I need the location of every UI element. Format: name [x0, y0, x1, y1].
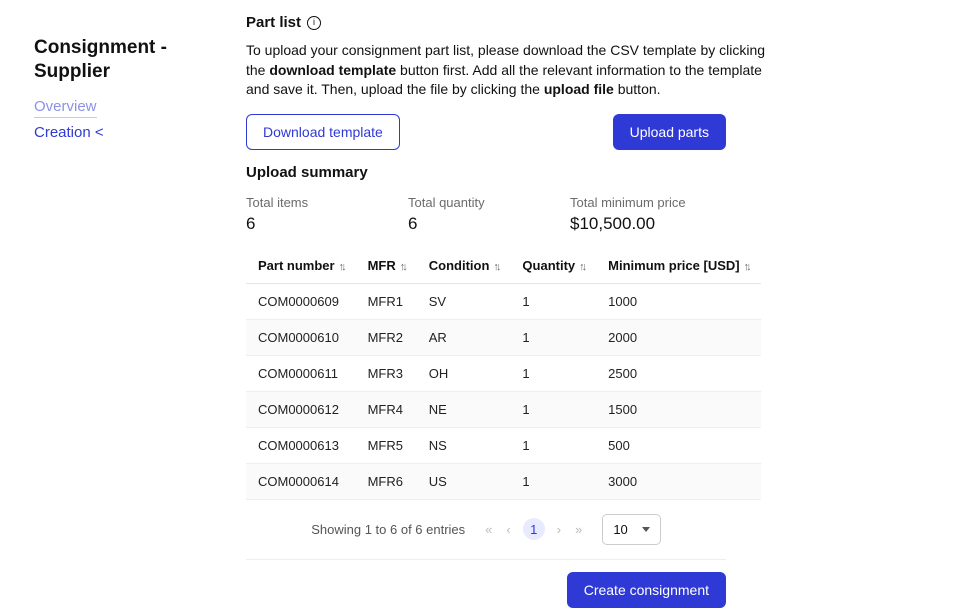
cell-part: COM0000614 [246, 463, 356, 499]
cell-qty: 1 [510, 355, 596, 391]
sidebar-nav: Overview Creation < [34, 98, 246, 142]
pager-last-icon[interactable]: » [573, 522, 584, 537]
col-part[interactable]: Part number ↑↓ [246, 248, 356, 284]
cell-part: COM0000613 [246, 427, 356, 463]
table-row: COM0000609MFR1SV11000 [246, 283, 761, 319]
sort-icon: ↑↓ [493, 261, 498, 273]
cell-cond: US [417, 463, 511, 499]
cell-part: COM0000609 [246, 283, 356, 319]
summary-stats: Total items 6 Total quantity 6 Total min… [246, 195, 934, 234]
parts-table: Part number↑↓ MFR↑↓ Condition↑↓ Quantity… [246, 248, 761, 500]
stat-total-items: Total items 6 [246, 195, 408, 234]
sidebar-title: Consignment - Supplier [34, 36, 246, 84]
cell-qty: 1 [510, 283, 596, 319]
pager-next-icon[interactable]: › [555, 522, 563, 537]
cell-cond: NE [417, 391, 511, 427]
sort-icon: ↑↓ [744, 261, 749, 273]
pager-summary: Showing 1 to 6 of 6 entries [311, 522, 465, 537]
desc-bold: download template [269, 62, 396, 78]
desc-bold: upload file [544, 81, 614, 97]
cell-qty: 1 [510, 319, 596, 355]
upload-parts-button[interactable]: Upload parts [613, 114, 726, 150]
download-template-button[interactable]: Download template [246, 114, 400, 150]
cell-cond: SV [417, 283, 511, 319]
cell-price: 3000 [596, 463, 760, 499]
cell-price: 2500 [596, 355, 760, 391]
col-minprice[interactable]: Minimum price [USD] ↑↓ [596, 248, 760, 284]
col-label: MFR [368, 258, 396, 273]
cell-part: COM0000610 [246, 319, 356, 355]
pagination: Showing 1 to 6 of 6 entries « ‹ 1 › » 10 [246, 500, 726, 560]
stat-label: Total quantity [408, 195, 570, 210]
col-mfr[interactable]: MFR ↑↓ [356, 248, 417, 284]
cell-mfr: MFR1 [356, 283, 417, 319]
stat-total-min: Total minimum price $10,500.00 [570, 195, 732, 234]
cell-qty: 1 [510, 427, 596, 463]
table-row: COM0000610MFR2AR12000 [246, 319, 761, 355]
sidebar: Consignment - Supplier Overview Creation… [0, 0, 246, 608]
cell-mfr: MFR4 [356, 391, 417, 427]
page-size-value: 10 [613, 522, 627, 537]
create-consignment-button[interactable]: Create consignment [567, 572, 726, 608]
table-row: COM0000612MFR4NE11500 [246, 391, 761, 427]
cell-price: 1000 [596, 283, 760, 319]
cell-cond: NS [417, 427, 511, 463]
main: Part list i To upload your consignment p… [246, 0, 964, 608]
col-label: Part number [258, 258, 335, 273]
col-quantity[interactable]: Quantity ↑↓ [510, 248, 596, 284]
cell-price: 2000 [596, 319, 760, 355]
cell-mfr: MFR3 [356, 355, 417, 391]
cell-price: 500 [596, 427, 760, 463]
table-row: COM0000613MFR5NS1500 [246, 427, 761, 463]
stat-value: 6 [408, 214, 570, 234]
table-row: COM0000614MFR6US13000 [246, 463, 761, 499]
cell-mfr: MFR2 [356, 319, 417, 355]
col-label: Condition [429, 258, 490, 273]
col-label: Quantity [522, 258, 575, 273]
chevron-down-icon [642, 527, 650, 532]
sidebar-item-creation[interactable]: Creation < [34, 124, 104, 141]
cell-cond: OH [417, 355, 511, 391]
pager-current[interactable]: 1 [523, 518, 545, 540]
sidebar-item-overview[interactable]: Overview [34, 98, 97, 118]
pager-prev-icon[interactable]: ‹ [504, 522, 512, 537]
col-condition[interactable]: Condition↑↓ [417, 248, 511, 284]
partlist-heading: Part list [246, 14, 301, 31]
cell-qty: 1 [510, 463, 596, 499]
cell-qty: 1 [510, 391, 596, 427]
cell-cond: AR [417, 319, 511, 355]
page-size-select[interactable]: 10 [602, 514, 660, 545]
stat-total-qty: Total quantity 6 [408, 195, 570, 234]
sort-icon: ↑↓ [400, 261, 405, 273]
pager-first-icon[interactable]: « [483, 522, 494, 537]
stat-label: Total items [246, 195, 408, 210]
desc-text: button. [614, 81, 661, 97]
sort-icon: ↑↓ [579, 261, 584, 273]
col-label: Minimum price [USD] [608, 258, 739, 273]
partlist-description: To upload your consignment part list, pl… [246, 41, 766, 100]
partlist-header: Part list i [246, 14, 934, 31]
sort-icon: ↑↓ [339, 261, 344, 273]
stat-label: Total minimum price [570, 195, 732, 210]
cell-part: COM0000612 [246, 391, 356, 427]
stat-value: $10,500.00 [570, 214, 732, 234]
stat-value: 6 [246, 214, 408, 234]
upload-summary-heading: Upload summary [246, 164, 934, 181]
table-row: COM0000611MFR3OH12500 [246, 355, 761, 391]
info-icon[interactable]: i [307, 16, 321, 30]
cell-part: COM0000611 [246, 355, 356, 391]
cell-mfr: MFR5 [356, 427, 417, 463]
cell-price: 1500 [596, 391, 760, 427]
footer-actions: Create consignment [246, 560, 726, 608]
cell-mfr: MFR6 [356, 463, 417, 499]
